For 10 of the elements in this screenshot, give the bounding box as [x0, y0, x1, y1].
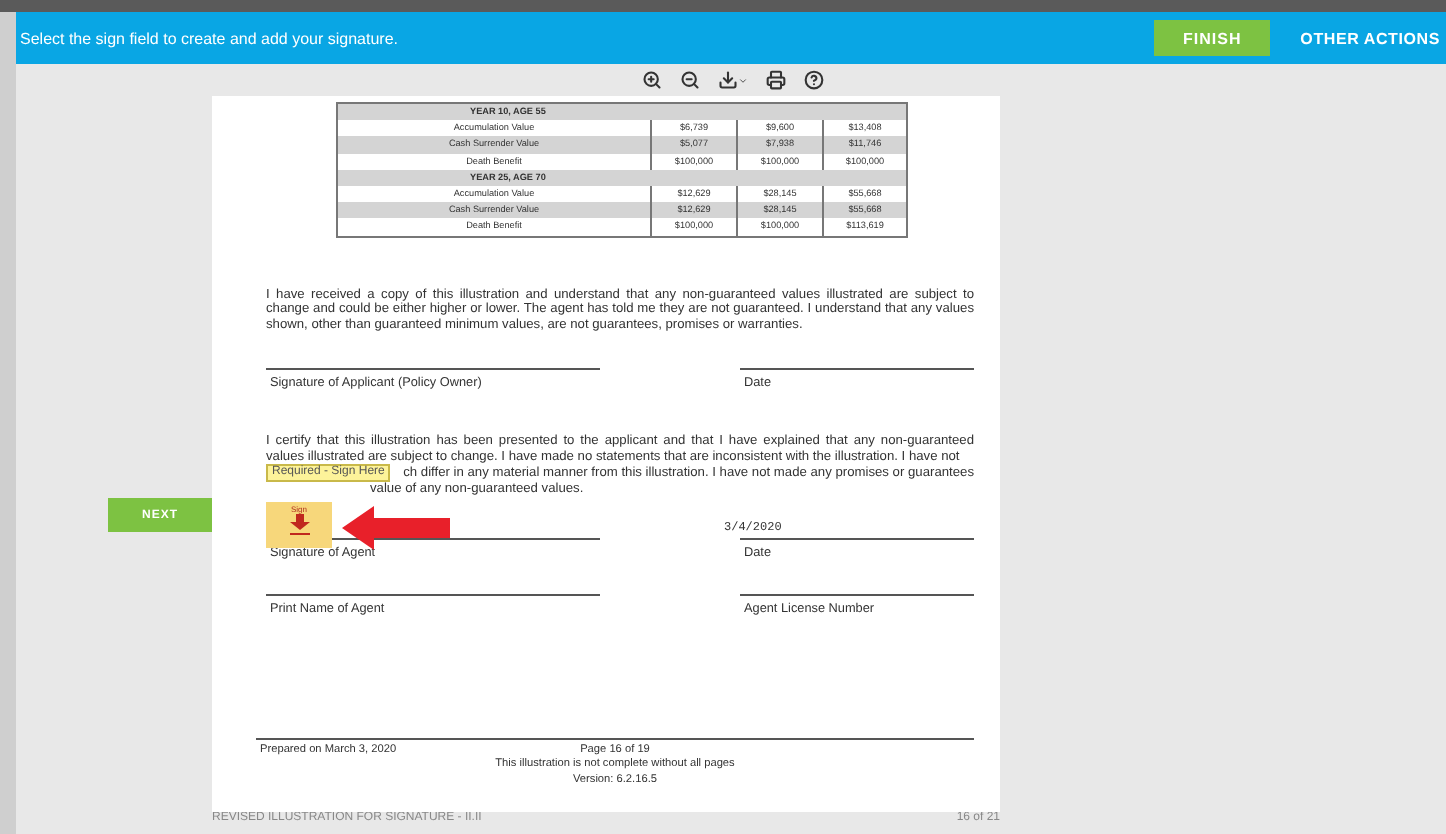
help-icon[interactable] [804, 70, 824, 90]
zoom-in-icon[interactable] [642, 70, 662, 90]
download-icon[interactable] [718, 70, 748, 90]
finish-button[interactable]: FINISH [1154, 20, 1271, 56]
other-actions-button[interactable]: OTHER ACTIONS [1300, 29, 1446, 47]
pointer-arrow-icon [342, 505, 450, 550]
zoom-out-icon[interactable] [680, 70, 700, 90]
print-icon[interactable] [766, 70, 786, 90]
instruction-text: Select the sign field to create and add your signature. [20, 29, 401, 47]
down-arrow-icon [289, 513, 309, 536]
